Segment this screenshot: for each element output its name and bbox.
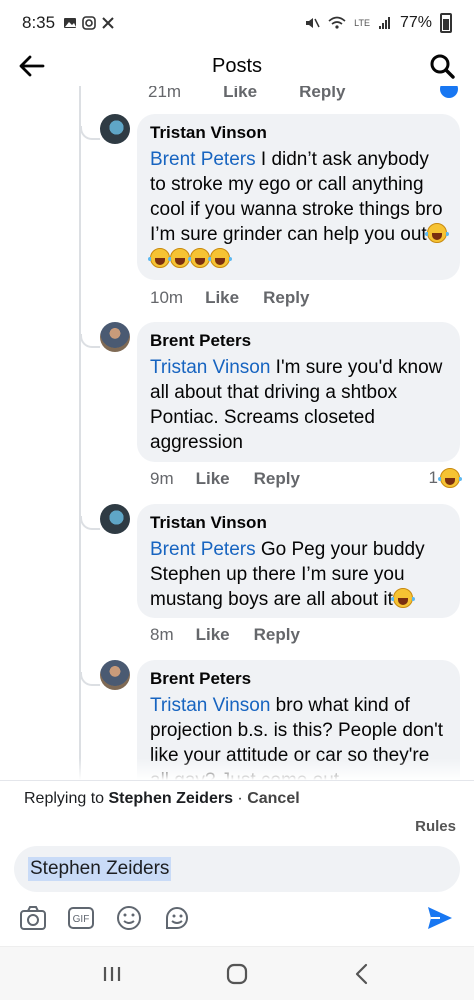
thread-connector — [80, 672, 100, 686]
gif-button[interactable]: GIF — [66, 903, 96, 933]
composer-mention[interactable]: Stephen Zeiders — [28, 857, 172, 881]
laugh-emoji-icon — [424, 223, 449, 243]
laugh-emoji-icon — [208, 248, 232, 268]
thread-connector — [80, 334, 100, 348]
composer-toolbar: GIF — [0, 898, 474, 938]
reply-target-name: Stephen Zeiders — [108, 790, 233, 807]
previous-like-button[interactable]: Like — [223, 86, 257, 102]
reply-button[interactable]: Reply — [254, 625, 300, 645]
tools-icon — [102, 17, 114, 29]
home-button[interactable] — [217, 954, 257, 994]
comment-mention[interactable]: Tristan Vinson — [150, 357, 270, 378]
send-button[interactable] — [424, 902, 456, 934]
comment-input[interactable]: Stephen Zeiders — [14, 846, 460, 892]
camera-button[interactable] — [18, 903, 48, 933]
search-button[interactable] — [426, 50, 458, 82]
status-right: LTE 77% — [304, 13, 452, 33]
comment-text: Brent Peters Go Peg your buddy Stephen u… — [150, 537, 447, 612]
comment-mention[interactable]: Brent Peters — [150, 149, 256, 170]
mute-icon — [306, 18, 320, 28]
emoji-icon — [117, 906, 141, 930]
network-label: LTE — [354, 18, 370, 28]
recent-apps-button[interactable] — [92, 954, 132, 994]
gif-icon: GIF — [68, 907, 94, 929]
thread-connector — [80, 516, 100, 530]
instagram-icon — [82, 16, 96, 30]
comment-mention[interactable]: Tristan Vinson — [150, 695, 270, 716]
reaction-summary[interactable]: 1 — [428, 468, 462, 488]
comment-author[interactable]: Brent Peters — [150, 330, 447, 352]
previous-reaction-icon — [440, 86, 458, 98]
comment-actions: 8m Like Reply — [150, 625, 300, 645]
recent-apps-icon — [104, 966, 121, 981]
home-icon — [226, 963, 248, 984]
comment-author[interactable]: Tristan Vinson — [150, 122, 447, 144]
status-bar: 8:35 LTE 77% — [0, 0, 474, 46]
like-button[interactable]: Like — [196, 469, 230, 489]
reply-separator: · — [232, 790, 248, 807]
system-back-button[interactable] — [342, 954, 382, 994]
laugh-emoji-icon — [438, 468, 462, 488]
avatar[interactable] — [100, 322, 130, 352]
laugh-emoji-icon — [188, 248, 212, 268]
signal-icon — [378, 17, 390, 29]
previous-comment-time: 21m — [148, 86, 182, 101]
reply-prefix: Replying to — [24, 790, 109, 807]
reply-button[interactable]: Reply — [254, 469, 300, 489]
avatar[interactable] — [100, 504, 130, 534]
like-button[interactable]: Like — [205, 288, 239, 308]
send-icon — [428, 907, 452, 929]
battery-percent: 77% — [399, 14, 432, 31]
status-time: 8:35 — [22, 13, 56, 32]
avatar[interactable] — [100, 114, 130, 144]
reaction-count: 1 — [428, 468, 438, 487]
previous-reply-button[interactable]: Reply — [299, 86, 345, 102]
status-icons-left — [63, 16, 115, 30]
back-button[interactable] — [16, 50, 48, 82]
comment-bubble[interactable]: Brent Peters Tristan Vinson I'm sure you… — [137, 322, 460, 462]
back-icon — [355, 963, 367, 984]
battery-icon — [440, 13, 452, 33]
comment-time: 10m — [150, 288, 184, 307]
like-button[interactable]: Like — [196, 625, 230, 645]
comment-time: 8m — [150, 625, 174, 644]
gallery-icon — [64, 18, 77, 28]
laugh-emoji-icon — [148, 248, 172, 268]
wifi-icon — [328, 16, 346, 29]
avatar[interactable] — [100, 660, 130, 690]
comment-author[interactable]: Tristan Vinson — [150, 512, 447, 534]
thread-connector — [80, 126, 100, 140]
comment-author[interactable]: Brent Peters — [150, 668, 447, 690]
page-title: Posts — [211, 54, 263, 77]
rules-link[interactable]: Rules — [415, 818, 456, 835]
comment-actions: 10m Like Reply — [150, 288, 309, 308]
comment-bubble[interactable]: Tristan Vinson Brent Peters I didn’t ask… — [137, 114, 460, 280]
status-left: 8:35 — [22, 13, 115, 33]
search-icon — [430, 54, 455, 79]
system-navbar — [0, 946, 474, 1000]
laugh-emoji-icon — [390, 588, 415, 608]
comment-actions: 9m Like Reply — [150, 469, 300, 489]
comment-mention[interactable]: Brent Peters — [150, 539, 256, 560]
cancel-reply-button[interactable]: Cancel — [247, 790, 299, 807]
comment-bubble[interactable]: Tristan Vinson Brent Peters Go Peg your … — [137, 504, 460, 618]
comment-time: 9m — [150, 469, 174, 488]
app-header: Posts — [0, 46, 474, 86]
scroll-fade — [0, 758, 474, 780]
laugh-emoji-icon — [168, 248, 192, 268]
sticker-icon — [166, 907, 188, 929]
camera-icon — [20, 906, 46, 930]
sticker-button[interactable] — [162, 903, 192, 933]
comment-thread[interactable]: 21m Like Reply Tristan Vinson Brent Pete… — [0, 86, 474, 780]
comment-text: Brent Peters I didn’t ask anybody to str… — [148, 147, 449, 272]
emoji-button[interactable] — [114, 903, 144, 933]
reply-button[interactable]: Reply — [263, 288, 309, 308]
gif-label: GIF — [73, 914, 90, 925]
comment-text: Tristan Vinson I'm sure you'd know all a… — [150, 355, 447, 455]
arrow-left-icon — [19, 55, 45, 77]
previous-comment-actions: 21m Like Reply — [148, 86, 345, 102]
reply-bar: Replying to Stephen Zeiders · Cancel — [0, 780, 474, 834]
